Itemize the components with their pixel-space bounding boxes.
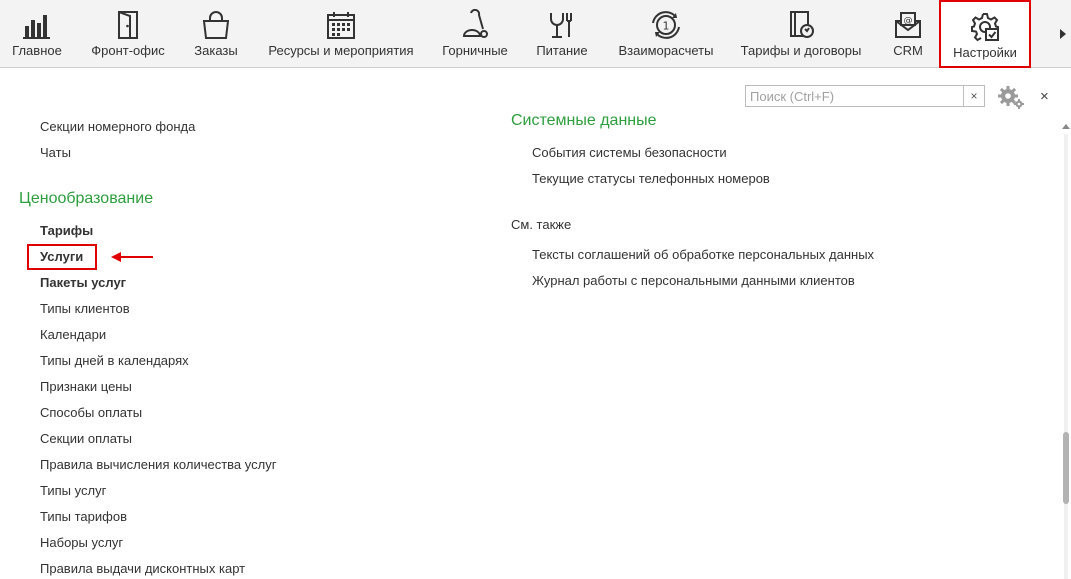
link-client-types[interactable]: Типы клиентов <box>40 301 130 316</box>
link-chats[interactable]: Чаты <box>40 145 71 160</box>
crm-envelope-icon: @ <box>891 8 925 42</box>
link-tariffs[interactable]: Тарифы <box>40 223 93 238</box>
scroll-up-icon[interactable] <box>1062 124 1070 129</box>
svg-text:@: @ <box>904 16 913 26</box>
link-consent-texts[interactable]: Тексты соглашений об обработке персональ… <box>532 247 874 262</box>
tab-label: Главное <box>12 43 62 58</box>
tab-label: Горничные <box>442 43 508 58</box>
link-payment-sections[interactable]: Секции оплаты <box>40 431 132 446</box>
link-personal-data-log[interactable]: Журнал работы с персональными данными кл… <box>532 273 855 288</box>
highlight-box <box>27 244 97 270</box>
settings-gear-icon <box>968 10 1002 44</box>
vacuum-icon <box>458 8 492 42</box>
link-security-events[interactable]: События системы безопасности <box>532 145 727 160</box>
link-calendars[interactable]: Календари <box>40 327 106 342</box>
link-service-sets[interactable]: Наборы услуг <box>40 535 123 550</box>
toolbar-scroll-right-button[interactable] <box>1047 0 1071 68</box>
calendar-icon <box>324 8 358 42</box>
tab-label: Тарифы и договоры <box>740 43 862 58</box>
cup-fork-icon <box>545 8 579 42</box>
close-icon: × <box>970 89 978 103</box>
coin-cycle-icon: 1 <box>649 8 683 42</box>
link-service-types[interactable]: Типы услуг <box>40 483 106 498</box>
tab-orders[interactable]: Заказы <box>186 0 246 68</box>
contract-icon <box>784 8 818 42</box>
tab-label: Заказы <box>194 43 238 58</box>
link-phone-statuses[interactable]: Текущие статусы телефонных номеров <box>532 171 770 186</box>
search-clear-button[interactable]: × <box>963 85 985 107</box>
tab-label: Питание <box>536 43 588 58</box>
door-icon <box>111 8 145 42</box>
tab-crm[interactable]: @ CRM <box>880 0 936 68</box>
link-payment-methods[interactable]: Способы оплаты <box>40 405 142 420</box>
link-room-fund-sections[interactable]: Секции номерного фонда <box>40 119 195 134</box>
tab-label: Настройки <box>953 45 1017 60</box>
link-calendar-day-types[interactable]: Типы дней в календарях <box>40 353 189 368</box>
tab-catering[interactable]: Питание <box>528 0 596 68</box>
link-service-packages[interactable]: Пакеты услуг <box>40 275 126 290</box>
tab-label: Взаиморасчеты <box>618 43 714 58</box>
see-also-title: См. также <box>511 217 572 232</box>
tab-housekeeping[interactable]: Горничные <box>436 0 514 68</box>
svg-text:1: 1 <box>663 20 670 33</box>
panel-settings-button[interactable] <box>996 84 1026 110</box>
search-input[interactable] <box>745 85 964 107</box>
tab-label: Ресурсы и мероприятия <box>268 43 414 58</box>
bar-chart-icon <box>20 8 54 42</box>
group-title-system-data: Системные данные <box>511 112 657 129</box>
group-title-pricing: Ценообразование <box>19 190 154 207</box>
tab-glavnoe[interactable]: Главное <box>4 0 70 68</box>
close-panel-button[interactable]: × <box>1040 88 1049 105</box>
chevron-right-icon <box>1060 29 1066 39</box>
link-tariff-types[interactable]: Типы тарифов <box>40 509 127 524</box>
tab-front-office[interactable]: Фронт-офис <box>84 0 172 68</box>
tab-label: Фронт-офис <box>91 43 165 58</box>
scroll-thumb[interactable] <box>1063 432 1069 504</box>
tab-label: CRM <box>893 43 923 58</box>
arrow-left-icon <box>111 252 153 262</box>
tab-resources-events[interactable]: Ресурсы и мероприятия <box>261 0 421 68</box>
tab-settings[interactable]: Настройки <box>939 0 1031 68</box>
tab-settlements[interactable]: 1 Взаиморасчеты <box>611 0 721 68</box>
close-icon: × <box>1040 88 1049 105</box>
tab-tariffs-contracts[interactable]: Тарифы и договоры <box>736 0 866 68</box>
vertical-scrollbar[interactable] <box>1060 124 1071 579</box>
scroll-track[interactable] <box>1064 134 1068 579</box>
gear-icon <box>998 86 1024 109</box>
link-service-quantity-rules[interactable]: Правила вычисления количества услуг <box>40 457 276 472</box>
section-toolbar: Главное Фронт-офис Заказы Ресурсы и меро… <box>0 0 1071 68</box>
link-price-attributes[interactable]: Признаки цены <box>40 379 132 394</box>
link-discount-card-rules[interactable]: Правила выдачи дисконтных карт <box>40 561 245 576</box>
shopping-bag-icon <box>199 8 233 42</box>
